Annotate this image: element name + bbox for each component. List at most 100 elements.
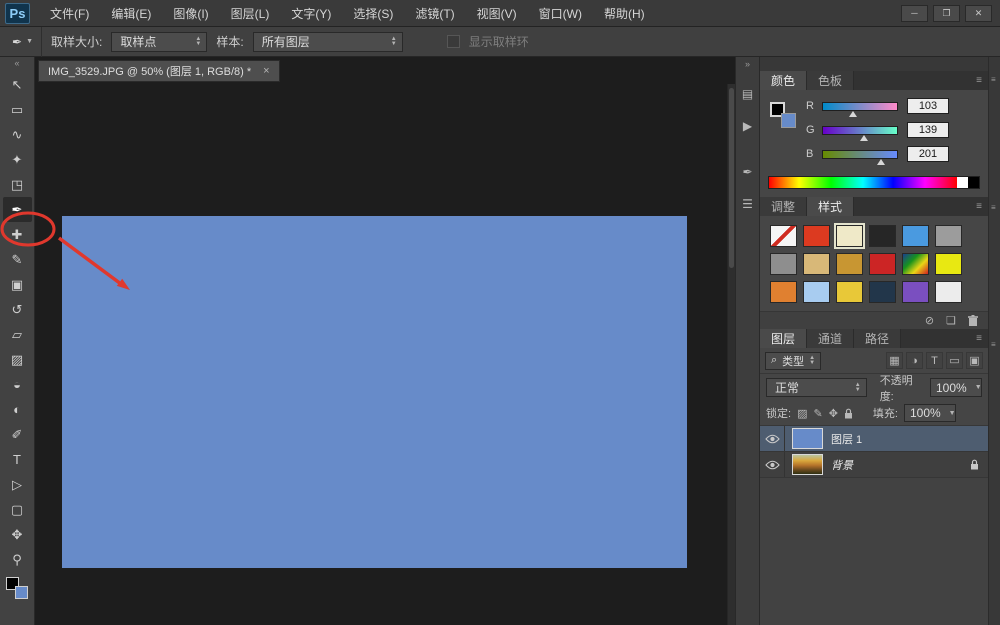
panel-menu-icon[interactable]: ≡ [991,75,996,84]
style-swatch[interactable] [869,225,896,247]
layer-name[interactable]: 背景 [831,457,853,473]
sample-dropdown[interactable]: 所有图层 [253,32,403,52]
opacity-dropdown[interactable]: 100% ▼ [930,378,982,397]
new-style-icon[interactable]: ❏ [946,314,956,327]
tab-paths[interactable]: 路径 [854,329,901,348]
style-swatch[interactable] [770,253,797,275]
style-swatch[interactable] [836,253,863,275]
panel-menu-icon[interactable]: ≡ [991,340,996,349]
close-button[interactable]: ✕ [965,5,992,22]
tab-layers[interactable]: 图层 [760,329,807,348]
filter-smart-objects-icon[interactable]: ▣ [966,352,983,369]
lock-all-icon[interactable] [844,408,853,419]
panel-menu-icon[interactable]: ≡ [976,197,988,216]
panel-background-swatch[interactable] [781,113,796,128]
dodge-tool[interactable]: ◐ [3,397,32,422]
collapsed-tool-panel-icon[interactable]: ✒ [738,162,758,182]
lock-transparency-icon[interactable]: ▨ [797,407,807,420]
toolbar-collapse-icon[interactable]: « [14,58,19,72]
history-brush-tool[interactable]: ↺ [3,297,32,322]
style-swatch[interactable] [770,225,797,247]
blue-slider[interactable] [822,150,898,159]
green-slider-thumb[interactable] [860,135,868,141]
menu-select[interactable]: 选择(S) [342,0,404,27]
fill-dropdown[interactable]: 100% ▼ [904,404,956,422]
sample-size-dropdown[interactable]: 取样点 [111,32,207,52]
layer-visibility-toggle[interactable] [760,452,785,477]
background-color-swatch[interactable] [15,586,28,599]
panel-menu-icon[interactable]: ≡ [976,71,988,90]
style-swatch[interactable] [836,225,863,247]
restore-button[interactable]: ❐ [933,5,960,22]
menu-view[interactable]: 视图(V) [466,0,528,27]
red-value-field[interactable]: 103 [907,98,949,114]
menu-image[interactable]: 图像(I) [162,0,219,27]
collapsed-notes-panel-icon[interactable]: ☰ [738,194,758,214]
tab-swatches[interactable]: 色板 [807,71,854,90]
blur-tool[interactable]: ◒ [3,372,32,397]
gradient-tool[interactable]: ▨ [3,347,32,372]
eraser-tool[interactable]: ▱ [3,322,32,347]
blue-value-field[interactable]: 201 [907,146,949,162]
menu-edit[interactable]: 编辑(E) [100,0,162,27]
green-value-field[interactable]: 139 [907,122,949,138]
canvas-image[interactable] [62,216,687,568]
red-slider[interactable] [822,102,898,111]
show-sampling-ring-checkbox[interactable] [447,35,460,48]
tool-preset-picker[interactable]: ✒ ▼ [8,27,42,57]
panel-menu-icon[interactable]: ≡ [976,329,988,348]
quick-selection-tool[interactable]: ✦ [3,147,32,172]
layer-name[interactable]: 图层 1 [831,431,862,447]
scrollbar-thumb[interactable] [729,88,734,268]
layer-row-background[interactable]: 背景 [760,452,988,478]
menu-help[interactable]: 帮助(H) [593,0,656,27]
document-tab-close-icon[interactable]: × [263,65,269,77]
style-swatch[interactable] [803,225,830,247]
lock-position-icon[interactable]: ✥ [829,407,838,420]
marquee-tool[interactable]: ▭ [3,97,32,122]
layer-filter-dropdown[interactable]: ⌕ 类型 [765,352,821,370]
panel-foreground-background[interactable] [770,102,796,128]
style-swatch[interactable] [803,253,830,275]
tab-adjustments[interactable]: 调整 [760,197,807,216]
shape-tool[interactable]: ▢ [3,497,32,522]
canvas-scrollbar[interactable] [727,84,735,625]
style-swatch[interactable] [869,281,896,303]
filter-type-layers-icon[interactable]: T [926,352,943,369]
style-swatch[interactable] [902,253,929,275]
delete-style-icon[interactable] [968,315,978,326]
blue-slider-thumb[interactable] [877,159,885,165]
style-swatch[interactable] [869,253,896,275]
style-swatch[interactable] [902,281,929,303]
clear-style-icon[interactable]: ⊘ [925,314,934,327]
hand-tool[interactable]: ✥ [3,522,32,547]
tab-channels[interactable]: 通道 [807,329,854,348]
style-swatch[interactable] [836,281,863,303]
zoom-tool[interactable]: ⚲ [3,547,32,572]
document-tab[interactable]: IMG_3529.JPG @ 50% (图层 1, RGB/8) * × [38,60,280,82]
dock-collapse-icon[interactable]: » [745,59,750,72]
style-swatch[interactable] [935,225,962,247]
lasso-tool[interactable]: ∿ [3,122,32,147]
lock-pixels-icon[interactable]: ✎ [813,407,822,420]
filter-adjustment-layers-icon[interactable]: ◑ [906,352,923,369]
layer-row-layer-1[interactable]: 图层 1 [760,426,988,452]
minimize-button[interactable]: ─ [901,5,928,22]
layer-thumbnail-background[interactable] [792,454,823,475]
color-spectrum-ramp[interactable] [768,176,980,189]
pen-tool[interactable]: ✐ [3,422,32,447]
collapsed-panel-expand-icon[interactable]: ▶ [738,116,758,136]
foreground-background-colors[interactable] [6,577,28,599]
tab-styles[interactable]: 样式 [807,197,854,216]
filter-shape-layers-icon[interactable]: ▭ [946,352,963,369]
blend-mode-dropdown[interactable]: 正常 [766,378,867,397]
clone-stamp-tool[interactable]: ▣ [3,272,32,297]
style-swatch[interactable] [803,281,830,303]
green-slider[interactable] [822,126,898,135]
menu-window[interactable]: 窗口(W) [528,0,593,27]
panel-menu-icon[interactable]: ≡ [991,203,996,212]
style-swatch[interactable] [770,281,797,303]
menu-layer[interactable]: 图层(L) [220,0,281,27]
eyedropper-tool[interactable]: ✒ [3,197,32,222]
crop-tool[interactable]: ◳ [3,172,32,197]
